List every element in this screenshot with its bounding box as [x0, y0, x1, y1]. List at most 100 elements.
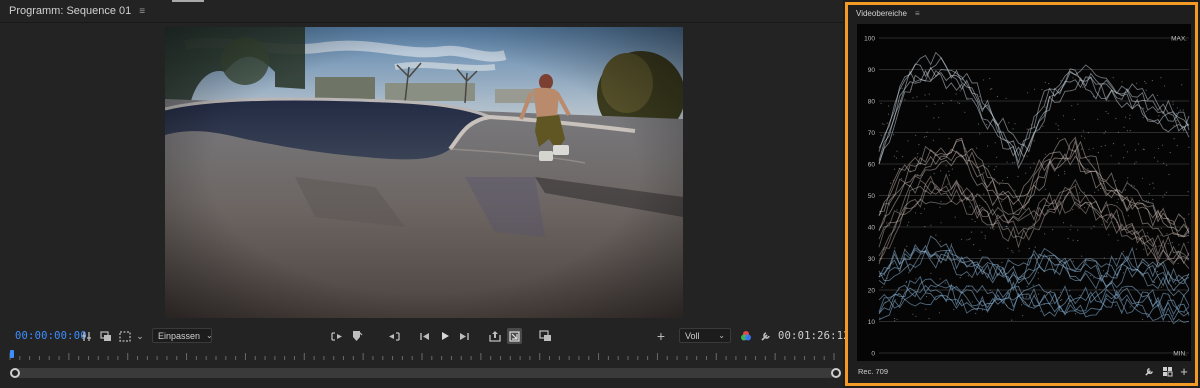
waveform-sample	[1156, 271, 1159, 273]
waveform-sample	[940, 222, 942, 224]
waveform-sample	[1018, 250, 1020, 252]
waveform-sample	[981, 309, 984, 311]
waveform-sample	[1094, 191, 1096, 193]
waveform-sample	[1179, 109, 1181, 111]
program-monitor-header[interactable]: Programm: Sequence 01 ≡	[0, 0, 843, 22]
scopes-header[interactable]: Videobereiche ≡	[848, 5, 1195, 21]
waveform-sample	[1026, 294, 1028, 296]
waveform-sample	[892, 263, 894, 265]
waveform-sample	[1169, 254, 1171, 256]
wrench-icon[interactable]	[759, 328, 772, 344]
scopes-title[interactable]: Videobereiche	[856, 9, 907, 18]
color-wheels-icon[interactable]	[739, 328, 752, 344]
add-marker-icon[interactable]	[350, 328, 364, 344]
current-timecode[interactable]: 00:00:00:00	[15, 330, 87, 342]
color-space-label[interactable]: Rec. 709	[858, 367, 888, 376]
add-scope-icon[interactable]: +	[1178, 364, 1190, 379]
go-to-out-icon[interactable]	[458, 328, 470, 344]
waveform-sample	[1103, 270, 1105, 272]
scrollbar-left-handle[interactable]	[10, 368, 20, 378]
export-frame-icon[interactable]	[538, 328, 552, 344]
layout-grid-icon[interactable]	[1161, 365, 1173, 377]
waveform-sample	[1014, 190, 1016, 192]
waveform-sample	[950, 99, 952, 102]
zoom-level-select[interactable]: Einpassen ⌄	[152, 328, 213, 343]
waveform-sample	[967, 197, 969, 199]
panel-menu-icon[interactable]: ≡	[139, 6, 145, 17]
waveform-sample	[1001, 262, 1003, 264]
waveform-sample	[1029, 144, 1031, 146]
time-ruler[interactable]	[8, 350, 836, 364]
waveform-sample	[940, 201, 942, 203]
waveform-sample	[1183, 312, 1185, 314]
waveform-sample	[908, 221, 910, 223]
waveform-sample	[1176, 145, 1178, 147]
waveform-sample	[1143, 259, 1145, 261]
play-icon[interactable]	[439, 328, 451, 344]
waveform-sample	[1084, 137, 1086, 139]
add-button-icon[interactable]: +	[655, 328, 667, 344]
waveform-sample	[1093, 225, 1095, 227]
panel-menu-icon[interactable]: ≡	[915, 9, 920, 18]
waveform-sample	[1070, 224, 1072, 226]
waveform-sample	[1088, 159, 1090, 161]
video-preview[interactable]	[165, 27, 683, 318]
waveform-sample	[1060, 80, 1062, 82]
waveform-sample	[1030, 124, 1032, 126]
waveform-sample	[1105, 130, 1107, 133]
waveform-sample	[1033, 294, 1035, 296]
waveform-sample	[1152, 198, 1154, 201]
waveform-sample	[950, 243, 952, 245]
waveform-sample	[1169, 280, 1171, 282]
waveform-sample	[1072, 260, 1074, 262]
waveform-sample	[900, 178, 903, 180]
waveform-sample	[1093, 277, 1095, 279]
waveform-sample	[1044, 153, 1046, 155]
waveform-sample	[1088, 148, 1090, 150]
waveform-sample	[1123, 157, 1125, 159]
waveform-sample	[1129, 118, 1131, 120]
waveform-sample	[916, 156, 918, 158]
go-to-in-icon[interactable]	[419, 328, 431, 344]
waveform-sample	[1032, 223, 1034, 225]
lift-icon[interactable]	[488, 328, 501, 344]
scrollbar-right-handle[interactable]	[831, 368, 841, 378]
waveform-sample	[934, 103, 936, 105]
program-monitor-title[interactable]: Programm: Sequence 01	[9, 5, 131, 17]
mark-out-icon[interactable]	[388, 328, 402, 344]
waveform-sample	[1135, 248, 1137, 250]
waveform-sample	[995, 166, 997, 168]
waveform-sample	[1002, 180, 1004, 182]
multicam-icon[interactable]	[100, 328, 112, 344]
mark-in-icon[interactable]	[329, 328, 343, 344]
zoom-scrollbar[interactable]	[12, 368, 835, 378]
waveform-sample	[993, 168, 995, 171]
scope-scale-label: 100	[864, 36, 875, 43]
waveform-sample	[951, 168, 953, 170]
playhead[interactable]	[10, 350, 14, 358]
waveform-sample	[1102, 183, 1104, 185]
waveform-sample	[990, 227, 992, 229]
extract-icon[interactable]	[507, 328, 522, 344]
waveform-sample	[989, 289, 991, 291]
waveform-sample	[1056, 137, 1059, 139]
waveform-sample	[1126, 130, 1128, 132]
waveform-sample	[924, 94, 926, 96]
waveform-sample	[906, 224, 909, 226]
waveform-sample	[921, 174, 923, 176]
waveform-sample	[1099, 288, 1101, 290]
safe-margins-icon[interactable]	[119, 328, 131, 344]
waveform-sample	[1142, 116, 1144, 118]
insert-edit-settings-icon[interactable]	[80, 328, 92, 344]
waveform-sample	[1073, 118, 1075, 121]
waveform-sample	[983, 193, 985, 195]
waveform-sample	[1153, 157, 1155, 159]
wrench-icon[interactable]	[1143, 365, 1155, 377]
waveform-sample	[907, 140, 909, 142]
waveform-sample	[935, 234, 937, 236]
chevron-down-icon[interactable]: ⌄	[135, 328, 145, 344]
waveform-sample	[925, 296, 928, 298]
waveform-sample	[1048, 83, 1050, 85]
waveform-sample	[1090, 275, 1092, 277]
playback-resolution-select[interactable]: Voll ⌄	[679, 328, 731, 343]
